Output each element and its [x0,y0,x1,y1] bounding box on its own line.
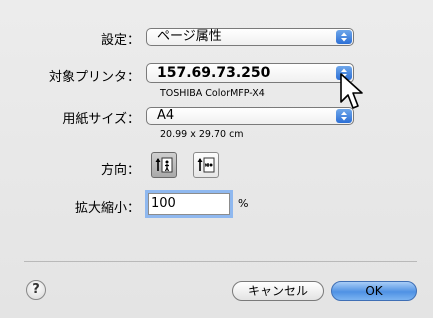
help-button[interactable]: ? [26,280,46,300]
landscape-orientation-icon [197,157,215,173]
page-setup-dialog: 設定： ページ属性 対象プリンタ： 157.69.73.250 TOSHIBA … [0,0,433,318]
printer-description: TOSHIBA ColorMFP-X4 [160,88,265,99]
settings-label: 設定： [100,33,140,48]
paper-size-label: 用紙サイズ： [62,112,140,127]
orientation-label: 方向： [100,163,140,178]
ok-button[interactable]: OK [331,281,417,301]
paper-size-popup-value: A4 [157,108,175,123]
scale-unit: % [238,197,249,210]
printer-label: 対象プリンタ： [48,70,140,85]
paper-size-popup[interactable]: A4 [146,107,354,125]
updown-arrows-icon [336,30,352,44]
portrait-orientation-icon [155,157,173,173]
printer-popup-value: 157.69.73.250 [157,65,271,81]
orientation-landscape-button[interactable] [193,152,219,178]
cancel-button[interactable]: キャンセル [232,281,324,301]
paper-dimensions: 20.99 x 29.70 cm [160,129,244,140]
scale-input[interactable]: 100 [148,193,230,215]
orientation-portrait-button[interactable] [151,152,177,178]
divider [24,261,417,262]
printer-popup[interactable]: 157.69.73.250 [146,63,354,83]
scale-label: 拡大縮小： [74,201,140,216]
mouse-pointer-icon [340,73,363,109]
settings-popup-value: ページ属性 [157,29,222,44]
settings-popup[interactable]: ページ属性 [146,28,354,46]
